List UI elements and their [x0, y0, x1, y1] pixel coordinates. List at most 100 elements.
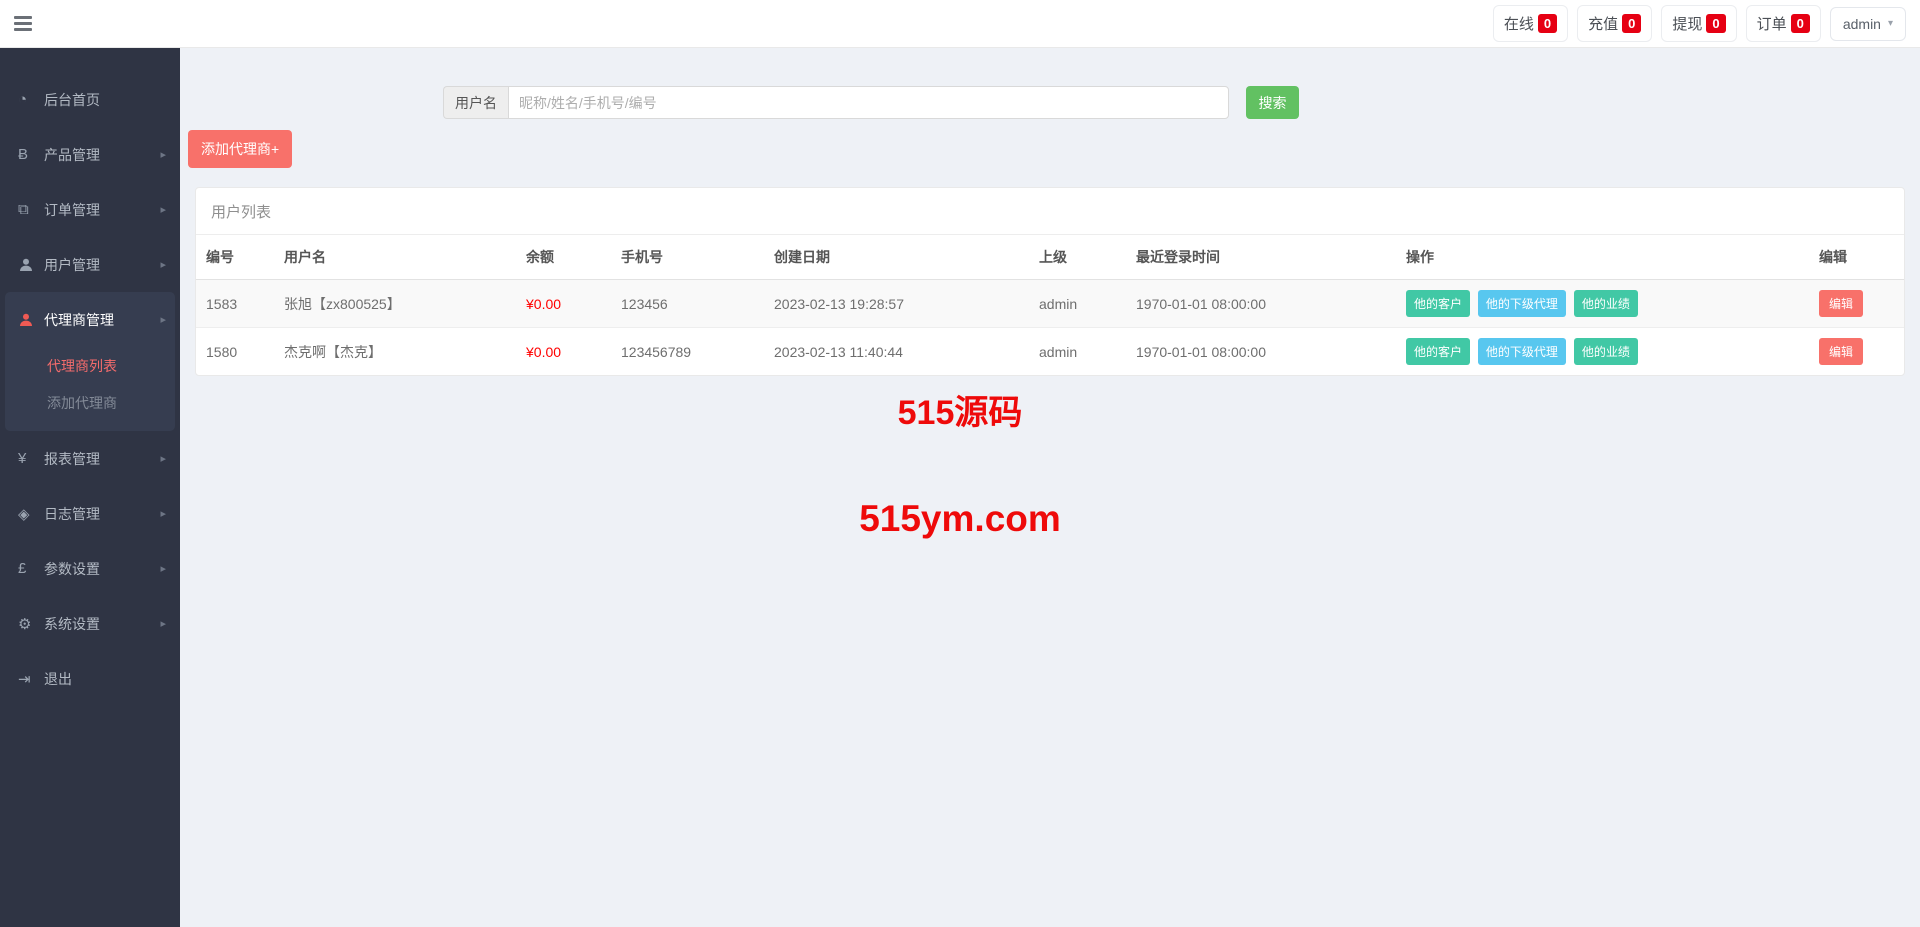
search-input-group: 用户名 [443, 86, 1229, 119]
cell-balance: ¥0.00 [516, 280, 611, 328]
search-bar: 用户名 搜索 [443, 86, 1920, 119]
cell-parent: admin [1029, 328, 1126, 376]
withdraw-label: 提现 [1672, 13, 1702, 34]
recharge-count-badge: 0 [1622, 14, 1641, 33]
chevron-right-icon: ▸ [160, 507, 166, 520]
cell-last-login: 1970-01-01 08:00:00 [1126, 280, 1396, 328]
cell-username: 张旭【zx800525】 [274, 280, 516, 328]
chevron-right-icon: ▸ [160, 452, 166, 465]
cell-actions: 他的客户 他的下级代理 他的业绩 [1396, 280, 1809, 328]
sidebar-item-label: 退出 [44, 669, 166, 689]
sidebar-subitem-label: 代理商列表 [47, 356, 117, 376]
online-count-badge: 0 [1538, 14, 1557, 33]
chevron-right-icon: ▸ [160, 617, 166, 630]
sidebar-item-products[interactable]: Ƀ 产品管理 ▸ [0, 127, 180, 182]
panel-title: 用户列表 [196, 188, 1904, 235]
cell-id: 1583 [196, 280, 274, 328]
sidebar-item-system-settings[interactable]: ⚙ 系统设置 ▸ [0, 596, 180, 651]
cell-actions: 他的客户 他的下级代理 他的业绩 [1396, 328, 1809, 376]
search-input[interactable] [508, 86, 1229, 119]
sidebar-item-label: 代理商管理 [44, 310, 160, 330]
user-dropdown[interactable]: admin ▾ [1830, 7, 1906, 41]
gear-icon: ⚙ [18, 615, 44, 633]
online-counter[interactable]: 在线 0 [1493, 5, 1568, 42]
sidebar-item-label: 订单管理 [44, 200, 160, 220]
chevron-down-icon: ▾ [1888, 18, 1893, 29]
column-header-edit: 编辑 [1809, 235, 1905, 280]
withdraw-count-badge: 0 [1706, 14, 1725, 33]
add-agent-button[interactable]: 添加代理商+ [188, 130, 292, 168]
column-header-balance: 余额 [516, 235, 611, 280]
online-label: 在线 [1504, 13, 1534, 34]
hamburger-menu-icon[interactable] [0, 0, 46, 48]
cell-last-login: 1970-01-01 08:00:00 [1126, 328, 1396, 376]
sidebar-subitem-agent-list[interactable]: 代理商列表 [5, 347, 175, 384]
orders-icon: ⧉ [18, 201, 44, 218]
sidebar-item-users[interactable]: 用户管理 ▸ [0, 237, 180, 292]
user-list-panel: 用户列表 编号 用户名 余额 手机号 创建日期 上级 最近登录时间 操作 编辑 [195, 187, 1905, 376]
order-counter[interactable]: 订单 0 [1746, 5, 1821, 42]
search-field-label: 用户名 [443, 86, 508, 119]
cell-phone: 123456 [611, 280, 764, 328]
sidebar-item-agents[interactable]: 代理商管理 ▸ [5, 292, 175, 347]
cell-balance: ¥0.00 [516, 328, 611, 376]
order-count-badge: 0 [1791, 14, 1810, 33]
recharge-counter[interactable]: 充值 0 [1577, 5, 1652, 42]
bitcoin-icon: Ƀ [18, 146, 44, 163]
sidebar-item-label: 参数设置 [44, 559, 160, 579]
sidebar-subitem-label: 添加代理商 [47, 393, 117, 413]
order-label: 订单 [1757, 13, 1787, 34]
chevron-right-icon: ▸ [160, 562, 166, 575]
his-subagents-button[interactable]: 他的下级代理 [1478, 338, 1566, 365]
sidebar-group-agents: 代理商管理 ▸ 代理商列表 添加代理商 [5, 292, 175, 431]
tags-icon: ◈ [18, 505, 44, 523]
sidebar-item-logout[interactable]: ⇥ 退出 [0, 651, 180, 706]
sidebar-item-label: 后台首页 [44, 90, 166, 110]
withdraw-counter[interactable]: 提现 0 [1661, 5, 1736, 42]
his-performance-button[interactable]: 他的业绩 [1574, 290, 1638, 317]
cell-created: 2023-02-13 11:40:44 [764, 328, 1029, 376]
chevron-right-icon: ▸ [160, 203, 166, 216]
user-name: admin [1843, 16, 1881, 32]
edit-button[interactable]: 编辑 [1819, 338, 1863, 365]
column-header-created: 创建日期 [764, 235, 1029, 280]
pound-icon: £ [18, 560, 44, 577]
main-content: 用户名 搜索 添加代理商+ 用户列表 编号 用户名 余额 手机号 创建日期 上级… [180, 48, 1920, 927]
cell-created: 2023-02-13 19:28:57 [764, 280, 1029, 328]
table-row: 1583 张旭【zx800525】 ¥0.00 123456 2023-02-1… [196, 280, 1905, 328]
table-header-row: 编号 用户名 余额 手机号 创建日期 上级 最近登录时间 操作 编辑 [196, 235, 1905, 280]
agent-icon [18, 312, 44, 328]
chevron-right-icon: ▸ [160, 313, 166, 326]
user-icon [18, 257, 44, 273]
column-header-id: 编号 [196, 235, 274, 280]
sidebar-item-reports[interactable]: ¥ 报表管理 ▸ [0, 431, 180, 486]
his-subagents-button[interactable]: 他的下级代理 [1478, 290, 1566, 317]
cell-edit: 编辑 [1809, 328, 1905, 376]
sidebar-subitem-add-agent[interactable]: 添加代理商 [5, 384, 175, 421]
column-header-phone: 手机号 [611, 235, 764, 280]
column-header-last-login: 最近登录时间 [1126, 235, 1396, 280]
sidebar-item-orders[interactable]: ⧉ 订单管理 ▸ [0, 182, 180, 237]
sidebar-item-label: 日志管理 [44, 504, 160, 524]
sidebar-item-label: 报表管理 [44, 449, 160, 469]
topbar: 在线 0 充值 0 提现 0 订单 0 admin ▾ [0, 0, 1920, 48]
logout-icon: ⇥ [18, 670, 44, 688]
sidebar-item-label: 产品管理 [44, 145, 160, 165]
sidebar-item-label: 用户管理 [44, 255, 160, 275]
chevron-right-icon: ▸ [160, 258, 166, 271]
column-header-username: 用户名 [274, 235, 516, 280]
column-header-actions: 操作 [1396, 235, 1809, 280]
edit-button[interactable]: 编辑 [1819, 290, 1863, 317]
dashboard-icon: ◔ [18, 91, 44, 108]
search-button[interactable]: 搜索 [1246, 86, 1299, 119]
sidebar-item-logs[interactable]: ◈ 日志管理 ▸ [0, 486, 180, 541]
sidebar: ◔ 后台首页 Ƀ 产品管理 ▸ ⧉ 订单管理 ▸ 用户管理 ▸ 代理商管理 ▸ … [0, 48, 180, 927]
his-performance-button[interactable]: 他的业绩 [1574, 338, 1638, 365]
his-customers-button[interactable]: 他的客户 [1406, 338, 1470, 365]
sidebar-item-parameters[interactable]: £ 参数设置 ▸ [0, 541, 180, 596]
yen-icon: ¥ [18, 450, 44, 467]
table-row: 1580 杰克啊【杰克】 ¥0.00 123456789 2023-02-13 … [196, 328, 1905, 376]
his-customers-button[interactable]: 他的客户 [1406, 290, 1470, 317]
sidebar-item-dashboard[interactable]: ◔ 后台首页 [0, 72, 180, 127]
sidebar-item-label: 系统设置 [44, 614, 160, 634]
